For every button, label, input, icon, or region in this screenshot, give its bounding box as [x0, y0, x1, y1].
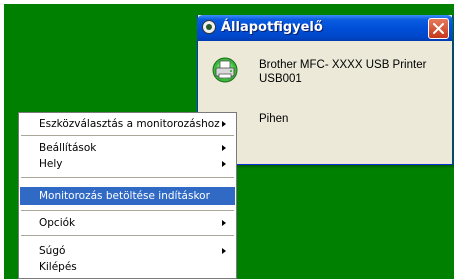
menu-item-label: Beállítások [39, 142, 97, 154]
menu-item-device-select[interactable]: Eszközválasztás a monitorozáshoz [20, 116, 235, 132]
menu-item-load-on-startup[interactable]: Monitorozás betöltése indításkor [20, 187, 235, 205]
menu-item-label: Monitorozás betöltése indításkor [39, 190, 210, 202]
menu-item-label: Súgó [39, 245, 66, 257]
status-text: Pihen [259, 113, 289, 125]
menu-separator [21, 235, 234, 236]
device-name: Brother MFC- XXXX USB Printer USB001 [259, 59, 427, 85]
submenu-arrow-icon [222, 145, 226, 151]
submenu-arrow-icon [222, 220, 226, 226]
menu-item-label: Opciók [39, 217, 76, 229]
menu-item-label: Hely [39, 158, 63, 170]
menu-item-label: Eszközválasztás a monitorozáshoz [39, 118, 220, 130]
menu-separator [21, 135, 234, 136]
menu-item-settings[interactable]: Beállítások [20, 140, 235, 156]
context-menu: Eszközválasztás a monitorozáshoz Beállít… [18, 112, 237, 279]
submenu-arrow-icon [222, 161, 226, 167]
submenu-arrow-icon [222, 121, 226, 127]
menu-separator [21, 177, 234, 178]
submenu-arrow-icon [222, 248, 226, 254]
close-icon [433, 23, 444, 34]
menu-item-options[interactable]: Opciók [20, 215, 235, 231]
close-button[interactable] [428, 18, 449, 39]
window-title: Állapotfigyelő [221, 20, 323, 35]
menu-item-location[interactable]: Hely [20, 156, 235, 172]
menu-separator [21, 210, 234, 211]
menu-item-exit[interactable]: Kilépés [20, 259, 235, 275]
menu-item-label: Kilépés [39, 261, 77, 273]
printer-icon [212, 57, 238, 83]
monitor-icon [202, 20, 216, 34]
menu-item-help[interactable]: Súgó [20, 243, 235, 259]
title-bar[interactable]: Állapotfigyelő [197, 15, 453, 41]
